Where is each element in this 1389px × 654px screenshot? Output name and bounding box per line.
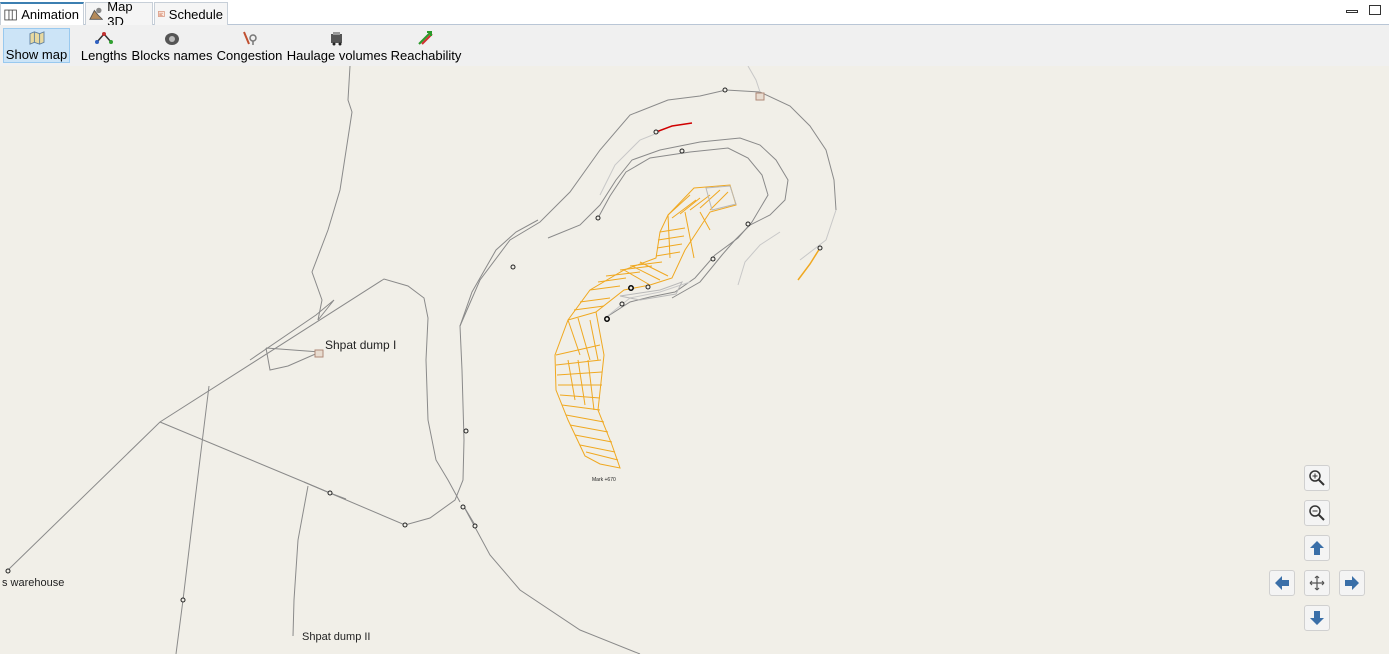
tab-schedule-label: Schedule xyxy=(168,6,223,22)
mining-blocks xyxy=(554,184,737,469)
highlighted-road-segment xyxy=(655,122,693,133)
reachability-label: Reachability xyxy=(390,48,462,63)
zoom-out-button[interactable] xyxy=(1304,500,1330,526)
road-south-2 xyxy=(292,485,309,637)
map-3d-icon xyxy=(89,7,104,20)
road-faint-4 xyxy=(737,231,781,286)
pit-ramp-outer xyxy=(459,89,837,327)
road-faint-2 xyxy=(599,131,661,196)
center-button[interactable] xyxy=(1304,570,1330,596)
zoom-in-button[interactable] xyxy=(1304,465,1330,491)
block-hatching-lower xyxy=(555,317,619,461)
lengths-label: Lengths xyxy=(80,48,128,63)
schedule-icon xyxy=(158,11,165,17)
lengths-button[interactable]: Lengths xyxy=(79,28,129,63)
road-dump1-access xyxy=(265,347,321,353)
tab-schedule[interactable]: Schedule xyxy=(154,2,228,25)
tab-map-3d[interactable]: Map 3D xyxy=(85,0,153,29)
haulage-volumes-icon xyxy=(331,32,342,46)
arrow-up-icon xyxy=(1310,541,1324,555)
show-map-button[interactable]: Show map xyxy=(3,28,70,63)
road-left-vertical xyxy=(311,66,353,321)
arrow-right-icon xyxy=(1345,576,1359,590)
pan-down-button[interactable] xyxy=(1304,605,1330,631)
maximize-button[interactable] xyxy=(1369,5,1381,15)
blocks-names-label: Blocks names xyxy=(131,48,213,63)
pan-right-button[interactable] xyxy=(1339,570,1365,596)
dump-marker-pit-top xyxy=(755,92,765,101)
pit-ramp-innermost xyxy=(597,147,769,319)
block-hatching-upper xyxy=(655,189,729,259)
road-south-1 xyxy=(175,385,210,654)
label-warehouse: s warehouse xyxy=(2,577,65,589)
label-mark: Mark +670 xyxy=(592,477,616,483)
blocks-names-icon xyxy=(165,33,179,45)
road-south-3 xyxy=(462,504,641,654)
congestion-label: Congestion xyxy=(216,48,283,63)
haulage-volumes-label: Haulage volumes xyxy=(286,48,388,63)
congestion-icon xyxy=(242,31,257,45)
dump-marker-shpat-1 xyxy=(314,349,324,358)
mine-map-canvas[interactable]: Shpat dump I s warehouse Shpat dump II M… xyxy=(0,66,1389,654)
map-toolbar: Show map Lengths Blocks names Congestion… xyxy=(0,25,1389,66)
reachability-icon xyxy=(418,31,433,45)
pan-left-button[interactable] xyxy=(1269,570,1295,596)
reachability-button[interactable]: Reachability xyxy=(390,28,462,63)
label-shpat-dump-2: Shpat dump II xyxy=(302,631,371,643)
road-diagonal-long xyxy=(7,278,461,571)
road-connector xyxy=(303,481,347,500)
road-nodes xyxy=(5,87,823,603)
arrow-down-icon xyxy=(1310,611,1324,625)
show-map-label: Show map xyxy=(5,47,68,62)
editor-tab-bar: Animation Map 3D Schedule xyxy=(0,0,1389,29)
haulage-volumes-button[interactable]: Haulage volumes xyxy=(287,28,387,63)
pan-up-button[interactable] xyxy=(1304,535,1330,561)
arrow-left-icon xyxy=(1275,576,1289,590)
label-shpat-dump-1: Shpat dump I xyxy=(325,338,397,352)
road-cross xyxy=(159,219,539,526)
map-drawing xyxy=(5,66,837,654)
road-faint-1 xyxy=(747,66,761,93)
minimize-button[interactable] xyxy=(1346,10,1358,13)
congestion-button[interactable]: Congestion xyxy=(215,28,284,63)
tab-animation-label: Animation xyxy=(21,7,79,22)
center-move-icon xyxy=(1309,575,1325,591)
blocks-names-button[interactable]: Blocks names xyxy=(132,28,212,63)
zoom-out-icon xyxy=(1309,505,1325,521)
map-book-icon xyxy=(4,9,17,20)
show-map-icon xyxy=(29,31,44,45)
tab-animation[interactable]: Animation xyxy=(0,2,84,25)
zoom-in-icon xyxy=(1309,470,1325,486)
lengths-icon xyxy=(95,32,113,44)
